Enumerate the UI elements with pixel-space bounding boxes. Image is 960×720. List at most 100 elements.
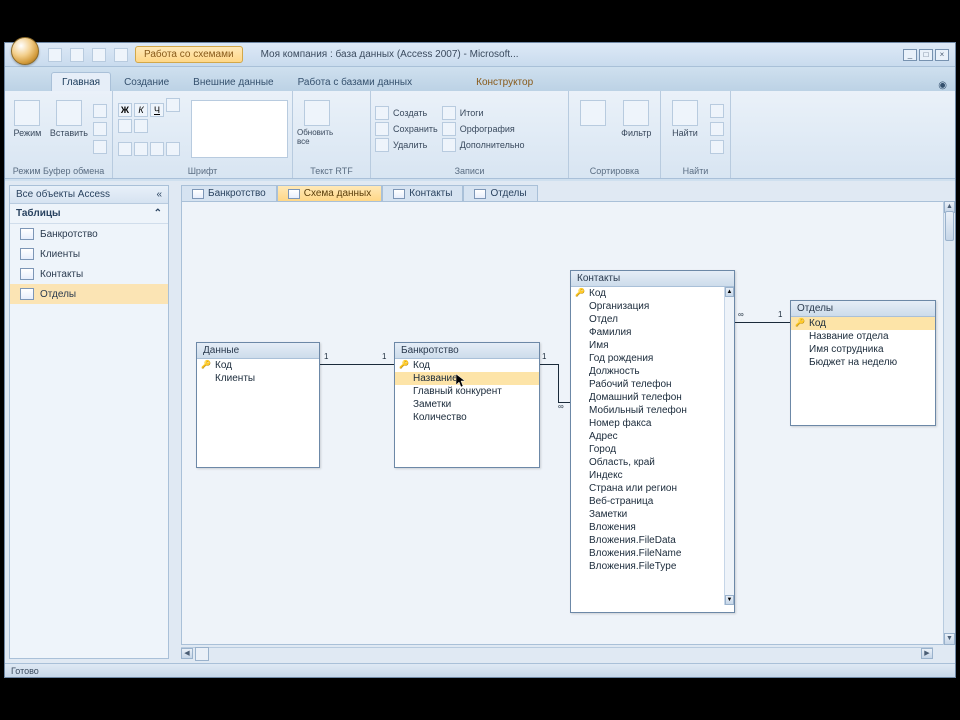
- select-icon[interactable]: [710, 140, 724, 154]
- field-adres[interactable]: Адрес: [571, 430, 734, 443]
- copy-icon[interactable]: [93, 122, 107, 136]
- field-zametki[interactable]: Заметки: [395, 398, 539, 411]
- field-nazvanie[interactable]: Название: [395, 372, 539, 385]
- field-vlozheniya-filedata[interactable]: Вложения.FileData: [571, 534, 734, 547]
- align-center-icon[interactable]: [118, 119, 132, 133]
- field-indeks[interactable]: Индекс: [571, 469, 734, 482]
- field-strana[interactable]: Страна или регион: [571, 482, 734, 495]
- maximize-button[interactable]: □: [919, 49, 933, 61]
- doc-tab-kontakty[interactable]: Контакты: [382, 185, 463, 201]
- vertical-scrollbar[interactable]: ▲ ▼: [943, 201, 955, 645]
- field-kolichestvo[interactable]: Количество: [395, 411, 539, 424]
- save-icon[interactable]: [48, 48, 62, 62]
- tab-home[interactable]: Главная: [51, 72, 111, 91]
- office-button[interactable]: [11, 37, 39, 65]
- tab-design[interactable]: Конструктор: [465, 72, 544, 91]
- scroll-down-arrow[interactable]: ▼: [725, 595, 734, 605]
- align-right-icon[interactable]: [134, 119, 148, 133]
- find-button[interactable]: Найти: [665, 100, 705, 158]
- field-otdel[interactable]: Отдел: [571, 313, 734, 326]
- field-imya-sotrudnika[interactable]: Имя сотрудника: [791, 343, 935, 356]
- field-nazvanie-otdela[interactable]: Название отдела: [791, 330, 935, 343]
- filter-button[interactable]: Фильтр: [617, 100, 657, 158]
- field-domashny-telefon[interactable]: Домашний телефон: [571, 391, 734, 404]
- more-button[interactable]: Дополнительно: [442, 137, 525, 153]
- minimize-button[interactable]: _: [903, 49, 917, 61]
- qat-dropdown-icon[interactable]: [114, 48, 128, 62]
- view-button[interactable]: Режим: [9, 100, 46, 158]
- cut-icon[interactable]: [93, 104, 107, 118]
- field-dolzhnost[interactable]: Должность: [571, 365, 734, 378]
- scroll-right-arrow[interactable]: ▶: [921, 648, 933, 659]
- chevron-left-icon[interactable]: «: [156, 189, 162, 200]
- nav-item-otdely[interactable]: Отделы: [10, 284, 168, 304]
- format-painter-icon[interactable]: [93, 140, 107, 154]
- doc-tab-schema[interactable]: Схема данных: [277, 185, 383, 201]
- table-box-otdely[interactable]: Отделы Код Название отдела Имя сотрудник…: [790, 300, 936, 426]
- field-kod[interactable]: Код: [571, 287, 734, 300]
- scroll-up-arrow[interactable]: ▲: [725, 287, 734, 297]
- gridlines-icon[interactable]: [150, 142, 164, 156]
- table-box-bankrotstvo[interactable]: Банкротство Код Название Главный конкуре…: [394, 342, 540, 468]
- tab-database-tools[interactable]: Работа с базами данных: [287, 72, 424, 91]
- refresh-all-button[interactable]: Обновить все: [297, 100, 337, 158]
- relationship-line[interactable]: [735, 322, 790, 323]
- font-color-icon[interactable]: [118, 142, 132, 156]
- field-vlozheniya[interactable]: Вложения: [571, 521, 734, 534]
- font-gallery[interactable]: [191, 100, 288, 158]
- bold-button[interactable]: Ж: [118, 103, 132, 117]
- paste-button[interactable]: Вставить: [50, 100, 88, 158]
- fill-color-icon[interactable]: [134, 142, 148, 156]
- replace-icon[interactable]: [710, 104, 724, 118]
- table-box-dannye[interactable]: Данные Код Клиенты: [196, 342, 320, 468]
- fieldlist-scrollbar[interactable]: ▲ ▼: [724, 287, 734, 605]
- field-kod[interactable]: Код: [395, 359, 539, 372]
- field-vlozheniya-filename[interactable]: Вложения.FileName: [571, 547, 734, 560]
- alt-row-icon[interactable]: [166, 142, 180, 156]
- field-klienty[interactable]: Клиенты: [197, 372, 319, 385]
- tab-external-data[interactable]: Внешние данные: [182, 72, 284, 91]
- redo-icon[interactable]: [92, 48, 106, 62]
- scroll-down-arrow[interactable]: ▼: [944, 633, 955, 645]
- field-god-rozhdeniya[interactable]: Год рождения: [571, 352, 734, 365]
- nav-pane-header[interactable]: Все объекты Access «: [10, 186, 168, 204]
- field-kod[interactable]: Код: [791, 317, 935, 330]
- field-gorod[interactable]: Город: [571, 443, 734, 456]
- field-nomer-faksa[interactable]: Номер факса: [571, 417, 734, 430]
- tab-create[interactable]: Создание: [113, 72, 180, 91]
- field-organizatsiya[interactable]: Организация: [571, 300, 734, 313]
- doc-tab-bankrotstvo[interactable]: Банкротство: [181, 185, 277, 201]
- new-record-button[interactable]: Создать: [375, 105, 438, 121]
- field-vlozheniya-filetype[interactable]: Вложения.FileType: [571, 560, 734, 573]
- sort-asc-button[interactable]: [573, 100, 613, 158]
- field-rabochy-telefon[interactable]: Рабочий телефон: [571, 378, 734, 391]
- scroll-selector-box[interactable]: [195, 647, 209, 661]
- relationship-line[interactable]: [540, 364, 558, 365]
- delete-record-button[interactable]: Удалить: [375, 137, 438, 153]
- relationships-canvas[interactable]: Данные Код Клиенты Банкротство Код Назва…: [181, 201, 945, 645]
- nav-item-kontakty[interactable]: Контакты: [10, 264, 168, 284]
- spelling-button[interactable]: Орфография: [442, 121, 525, 137]
- doc-tab-otdely[interactable]: Отделы: [463, 185, 537, 201]
- nav-item-bankrotstvo[interactable]: Банкротство: [10, 224, 168, 244]
- undo-icon[interactable]: [70, 48, 84, 62]
- field-familiya[interactable]: Фамилия: [571, 326, 734, 339]
- italic-button[interactable]: К: [134, 103, 148, 117]
- field-glavny-konkurent[interactable]: Главный конкурент: [395, 385, 539, 398]
- field-imya[interactable]: Имя: [571, 339, 734, 352]
- help-icon[interactable]: ◉: [938, 80, 947, 91]
- scroll-left-arrow[interactable]: ◀: [181, 648, 193, 659]
- relationship-line[interactable]: [320, 364, 394, 365]
- table-box-kontakty[interactable]: Контакты Код Организация Отдел Фамилия И…: [570, 270, 735, 613]
- nav-item-klienty[interactable]: Клиенты: [10, 244, 168, 264]
- field-byudzhet[interactable]: Бюджет на неделю: [791, 356, 935, 369]
- field-veb-stranitsa[interactable]: Веб-страница: [571, 495, 734, 508]
- close-button[interactable]: ×: [935, 49, 949, 61]
- scroll-thumb[interactable]: [945, 211, 954, 241]
- nav-category-tables[interactable]: Таблицы⌃: [10, 204, 168, 224]
- totals-button[interactable]: Итоги: [442, 105, 525, 121]
- horizontal-scrollbar[interactable]: ◀ ▶: [181, 647, 933, 659]
- save-record-button[interactable]: Сохранить: [375, 121, 438, 137]
- field-kod[interactable]: Код: [197, 359, 319, 372]
- goto-icon[interactable]: [710, 122, 724, 136]
